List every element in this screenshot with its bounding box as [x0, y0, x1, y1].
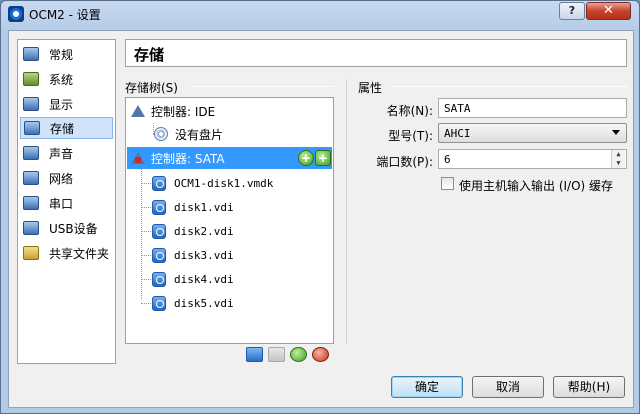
- storage-icon: [24, 121, 40, 135]
- sata-controller-icon: [130, 151, 146, 165]
- hard-disk-icon: [152, 247, 166, 263]
- storage-tree[interactable]: 控制器: IDE 没有盘片 控制器: SATA + + OCM1-disk1.v…: [125, 97, 334, 344]
- remove-attachment-icon[interactable]: [312, 347, 329, 362]
- hard-disk-icon: [152, 295, 166, 311]
- tree-controller-label: 控制器: IDE: [151, 104, 216, 119]
- audio-icon: [23, 146, 39, 160]
- settings-client-area: 常规 系统 显示 存储 声音 网络 串口 USB设备 共享文件夹 存储 存储树(…: [8, 30, 634, 408]
- help-button[interactable]: 帮助(H): [553, 376, 625, 398]
- type-select[interactable]: AHCI: [438, 123, 627, 143]
- tree-item-label: disk3.vdi: [174, 248, 234, 262]
- type-select-value: AHCI: [444, 127, 471, 140]
- serial-port-icon: [23, 196, 39, 210]
- title-help-button[interactable]: ?: [559, 2, 585, 20]
- chevron-down-icon: [612, 130, 620, 135]
- tree-controller-sata[interactable]: 控制器: SATA + +: [127, 147, 332, 169]
- tree-connector: [141, 183, 151, 184]
- sidebar-item-label: 系统: [49, 72, 74, 87]
- sidebar-item-label: 网络: [49, 171, 74, 186]
- tree-connector: [141, 255, 151, 256]
- tree-item-disk[interactable]: disk1.vdi: [152, 196, 330, 218]
- tree-connector: [141, 279, 151, 280]
- sidebar-item-storage[interactable]: 存储: [20, 117, 113, 139]
- group-divider: [391, 86, 627, 87]
- host-io-cache-checkbox[interactable]: [441, 177, 454, 190]
- sidebar-item-label: 共享文件夹: [49, 246, 110, 261]
- tree-item-disk[interactable]: OCM1-disk1.vmdk: [152, 172, 330, 194]
- tree-connector: [141, 231, 151, 232]
- tree-controller-label: 控制器: SATA: [151, 151, 225, 166]
- ok-button[interactable]: 确定: [391, 376, 463, 398]
- ports-spinbox[interactable]: 6 ▲ ▼: [438, 149, 627, 169]
- spin-down-icon[interactable]: ▼: [611, 159, 625, 168]
- virtualbox-app-icon: [8, 6, 24, 22]
- tree-connector: [141, 168, 142, 300]
- name-label: 名称(N):: [386, 104, 433, 118]
- page-title: 存储: [125, 39, 627, 67]
- hard-disk-icon: [152, 223, 166, 239]
- host-io-cache-label: 使用主机输入输出 (I/O) 缓存: [459, 179, 614, 193]
- sidebar-item-audio[interactable]: 声音: [20, 142, 113, 164]
- tree-item-empty-cd[interactable]: 没有盘片: [154, 123, 329, 145]
- group-divider: [191, 86, 334, 87]
- hard-disk-icon: [152, 199, 166, 215]
- sidebar-item-label: 常规: [49, 47, 74, 62]
- sidebar-item-label: 声音: [49, 146, 74, 161]
- cd-disc-icon: [154, 127, 168, 141]
- network-icon: [23, 171, 39, 185]
- sidebar-item-label: 串口: [49, 196, 74, 211]
- type-label: 型号(T):: [388, 129, 433, 143]
- close-button[interactable]: ✕: [586, 2, 631, 20]
- column-divider: [346, 79, 347, 344]
- general-icon: [23, 47, 39, 61]
- ports-label: 端口数(P):: [376, 155, 433, 169]
- window-title: OCM2 - 设置: [29, 8, 101, 22]
- sidebar-item-label: 存储: [50, 121, 75, 136]
- spin-up-icon[interactable]: ▲: [611, 150, 625, 159]
- hard-disk-icon: [152, 175, 166, 191]
- sidebar-item-usb[interactable]: USB设备: [20, 217, 113, 239]
- sidebar-item-label: 显示: [49, 97, 74, 112]
- sidebar-item-label: USB设备: [49, 221, 98, 236]
- sidebar-item-network[interactable]: 网络: [20, 167, 113, 189]
- tree-controller-ide[interactable]: 控制器: IDE: [130, 100, 330, 122]
- tree-item-label: disk5.vdi: [174, 296, 234, 310]
- sidebar-item-serial-port[interactable]: 串口: [20, 192, 113, 214]
- tree-item-label: disk2.vdi: [174, 224, 234, 238]
- settings-window: OCM2 - 设置 ? ✕ 常规 系统 显示 存储 声音 网络 串口 USB设备…: [0, 0, 640, 414]
- storage-tree-group-label: 存储树(S): [125, 79, 182, 96]
- tree-connector: [141, 303, 151, 304]
- cancel-button[interactable]: 取消: [472, 376, 544, 398]
- tree-connector: [141, 207, 151, 208]
- name-input[interactable]: SATA: [438, 98, 627, 118]
- attributes-group-label: 属性: [358, 79, 387, 96]
- add-optical-drive-icon[interactable]: +: [298, 150, 314, 166]
- remove-controller-icon[interactable]: [268, 347, 285, 362]
- tree-item-label: disk4.vdi: [174, 272, 234, 286]
- tree-item-label: disk1.vdi: [174, 200, 234, 214]
- sidebar-item-system[interactable]: 系统: [20, 68, 113, 90]
- display-icon: [23, 97, 39, 111]
- add-hard-disk-icon[interactable]: +: [315, 150, 331, 166]
- settings-sidebar: 常规 系统 显示 存储 声音 网络 串口 USB设备 共享文件夹: [17, 39, 116, 364]
- hard-disk-icon: [152, 271, 166, 287]
- add-controller-icon[interactable]: [246, 347, 263, 362]
- tree-item-label: OCM1-disk1.vmdk: [174, 176, 274, 190]
- tree-item-disk[interactable]: disk3.vdi: [152, 244, 330, 266]
- sidebar-item-display[interactable]: 显示: [20, 93, 113, 115]
- sidebar-item-shared-folders[interactable]: 共享文件夹: [20, 242, 113, 264]
- add-attachment-icon[interactable]: [290, 347, 307, 362]
- title-bar[interactable]: OCM2 - 设置 ? ✕: [1, 1, 639, 27]
- system-icon: [23, 72, 39, 86]
- shared-folder-icon: [23, 246, 39, 260]
- tree-item-disk[interactable]: disk4.vdi: [152, 268, 330, 290]
- usb-icon: [23, 221, 39, 235]
- ports-value: 6: [444, 153, 451, 166]
- sidebar-item-general[interactable]: 常规: [20, 43, 113, 65]
- tree-item-label: 没有盘片: [175, 127, 224, 142]
- tree-item-disk[interactable]: disk2.vdi: [152, 220, 330, 242]
- ide-controller-icon: [130, 104, 146, 118]
- tree-item-disk[interactable]: disk5.vdi: [152, 292, 330, 314]
